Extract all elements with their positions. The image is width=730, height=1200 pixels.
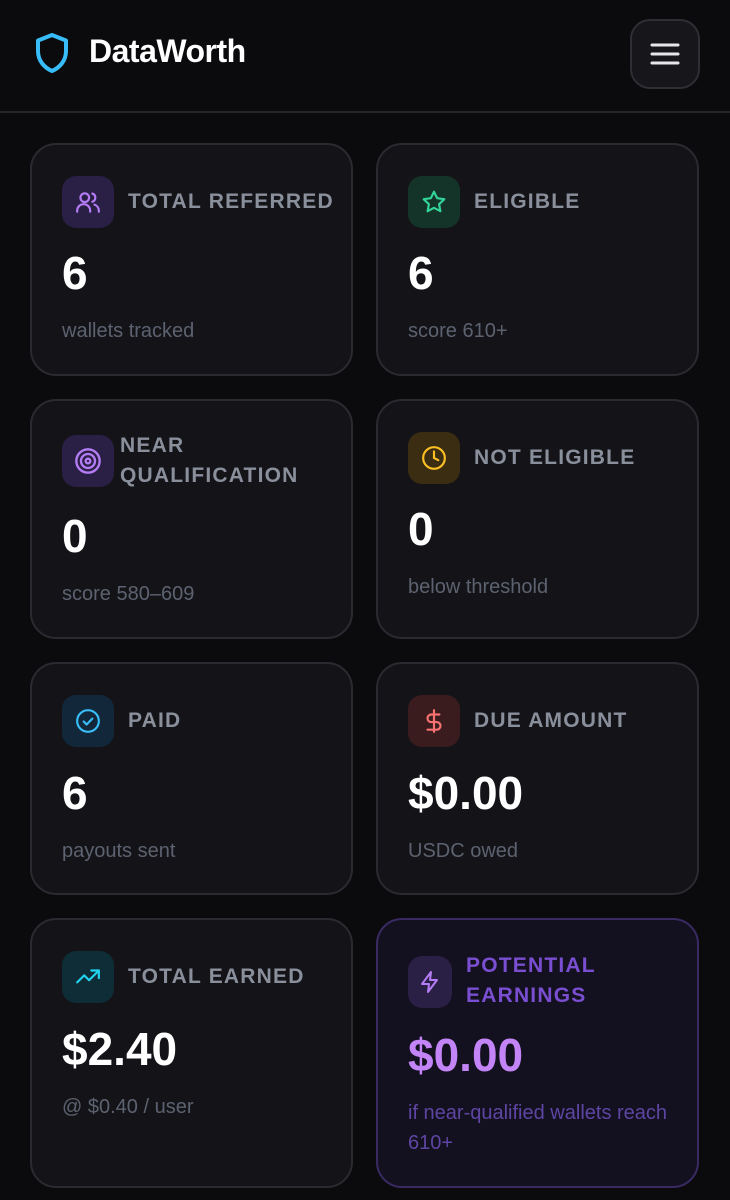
check-circle-icon (62, 695, 114, 747)
stat-card-total-earned: TOTAL EARNED $2.40 @ $0.40 / user (30, 918, 353, 1188)
stat-card-due-amount: DUE AMOUNT $0.00 USDC owed (376, 662, 699, 895)
stat-card-potential-earnings: POTENTIAL EARNINGS $0.00 if near-qualifi… (376, 918, 699, 1188)
menu-icon (650, 43, 680, 65)
card-subtitle: if near-qualified wallets reach 610+ (408, 1102, 668, 1154)
card-value: $0.00 (408, 767, 524, 819)
card-value: 0 (62, 510, 88, 562)
card-subtitle: score 580–609 (62, 583, 195, 605)
dollar-icon (408, 695, 460, 747)
card-subtitle: payouts sent (62, 840, 176, 862)
trending-up-icon (62, 951, 114, 1003)
lightning-icon (408, 956, 452, 1008)
users-icon (62, 176, 114, 228)
stat-card-near-qualification: NEAR QUALIFICATION 0 score 580–609 (30, 399, 353, 639)
card-value: 6 (62, 767, 88, 819)
card-subtitle: @ $0.40 / user (62, 1096, 194, 1118)
card-label: PAID (128, 709, 182, 732)
card-label: NOT ELIGIBLE (474, 446, 636, 469)
card-label: NEAR QUALIFICATION (120, 434, 299, 487)
app-header: DataWorth (0, 0, 730, 113)
card-subtitle: score 610+ (408, 320, 508, 342)
card-subtitle: USDC owed (408, 840, 519, 862)
card-value: $0.00 (408, 1029, 524, 1081)
shield-icon (36, 33, 68, 73)
stat-card-total-referred: TOTAL REFERRED 6 wallets tracked (30, 143, 353, 376)
card-label: TOTAL EARNED (128, 965, 305, 988)
card-subtitle: wallets tracked (62, 320, 195, 342)
stat-card-eligible: ELIGIBLE 6 score 610+ (376, 143, 699, 376)
target-icon (62, 435, 114, 487)
clock-icon (408, 432, 460, 484)
card-value: 6 (408, 247, 434, 299)
card-label: TOTAL REFERRED (128, 190, 334, 213)
card-value: 0 (408, 503, 434, 555)
card-label: ELIGIBLE (474, 190, 581, 213)
star-icon (408, 176, 460, 228)
card-subtitle: below threshold (408, 576, 549, 598)
stat-card-paid: PAID 6 payouts sent (30, 662, 353, 895)
stat-card-not-eligible: NOT ELIGIBLE 0 below threshold (376, 399, 699, 639)
menu-button[interactable] (630, 19, 700, 89)
card-value: 6 (62, 247, 88, 299)
brand-name[interactable]: DataWorth (89, 33, 246, 70)
card-value: $2.40 (62, 1023, 178, 1075)
card-label: DUE AMOUNT (474, 709, 628, 732)
card-label: POTENTIAL EARNINGS (466, 954, 596, 1007)
